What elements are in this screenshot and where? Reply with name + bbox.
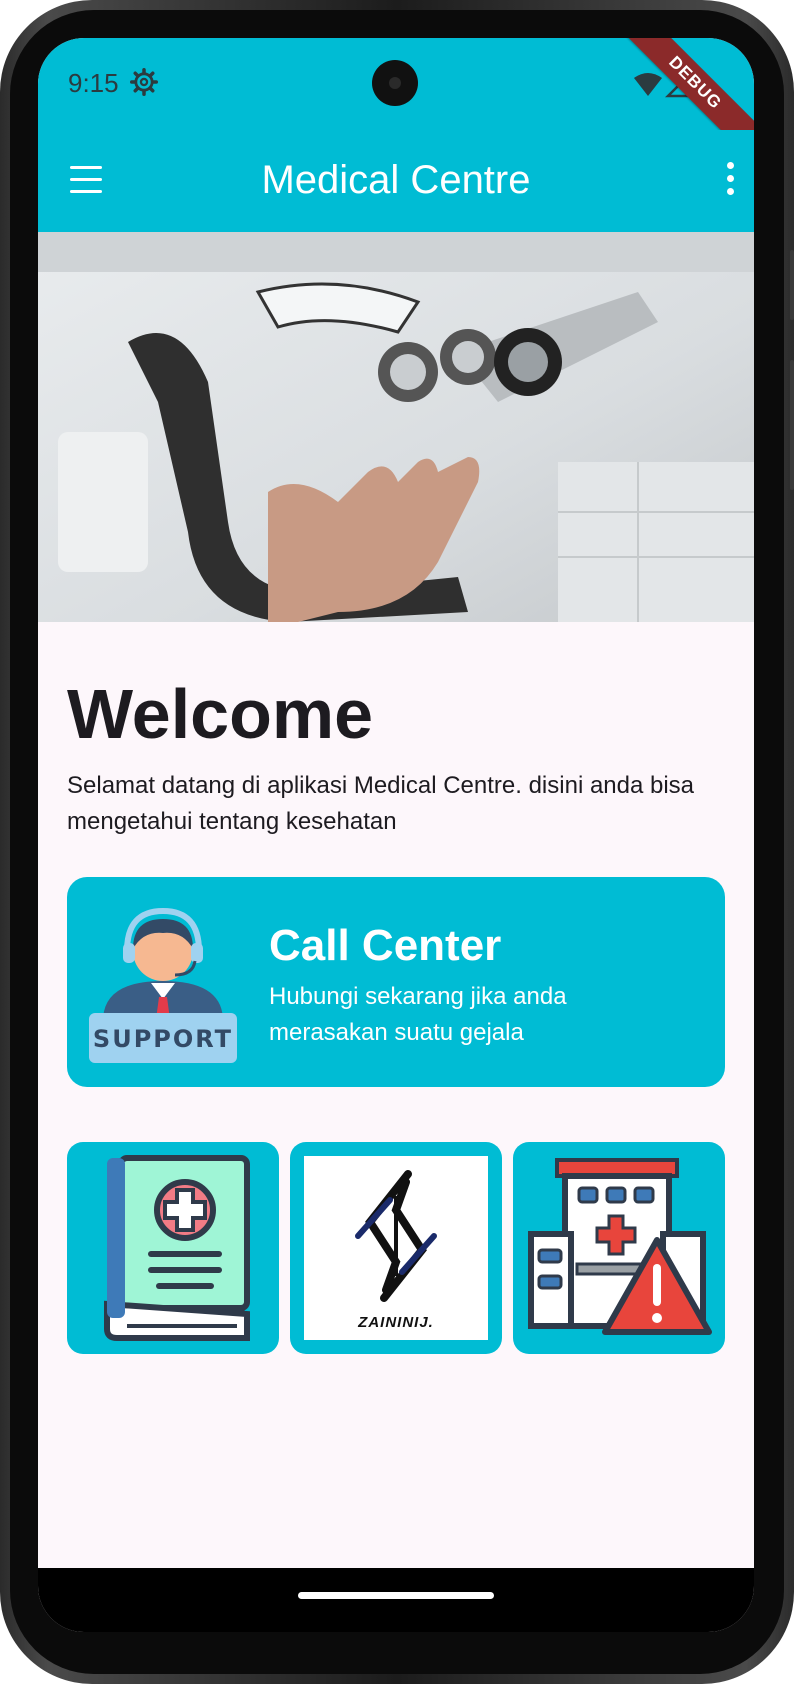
more-options-icon[interactable] <box>720 162 740 200</box>
hospital-alert-icon <box>528 1158 712 1335</box>
call-center-title: Call Center <box>269 921 502 970</box>
support-icon-label: SUPPORT <box>93 1025 233 1053</box>
tile-medical-book[interactable] <box>67 1142 279 1354</box>
screen: 9:15 DEBUG Medical Centre Welcome Selama… <box>38 38 754 1632</box>
call-center-description: Hubungi sekarang jika anda merasakan sua… <box>269 983 567 1046</box>
status-time: 9:15 <box>68 68 119 98</box>
medical-book-icon <box>104 1155 250 1341</box>
app-title: Medical Centre <box>261 158 531 202</box>
wifi-icon <box>634 73 662 96</box>
tile-hospital-alert[interactable] <box>513 1142 725 1354</box>
navigation-bar <box>38 1568 754 1632</box>
logo-mark-icon <box>355 1170 437 1302</box>
side-button <box>790 250 794 320</box>
brand-logo: ZAININIJ. <box>304 1156 488 1340</box>
gear-icon <box>130 68 158 96</box>
tile-logo[interactable]: ZAININIJ. <box>290 1142 502 1354</box>
call-center-card[interactable]: SUPPORT Call Center Hubungi sekarang jik… <box>67 877 725 1087</box>
front-camera <box>372 60 418 106</box>
logo-text: ZAININIJ. <box>358 1314 434 1331</box>
welcome-title: Welcome <box>67 675 374 753</box>
volume-button <box>790 360 794 490</box>
home-indicator[interactable] <box>298 1592 494 1599</box>
status-bar: 9:15 DEBUG <box>38 38 754 168</box>
hero-image <box>38 232 754 622</box>
welcome-description: Selamat datang di aplikasi Medical Centr… <box>67 772 695 835</box>
app-bar: Medical Centre <box>38 130 754 232</box>
support-agent-icon: SUPPORT <box>89 907 237 1063</box>
